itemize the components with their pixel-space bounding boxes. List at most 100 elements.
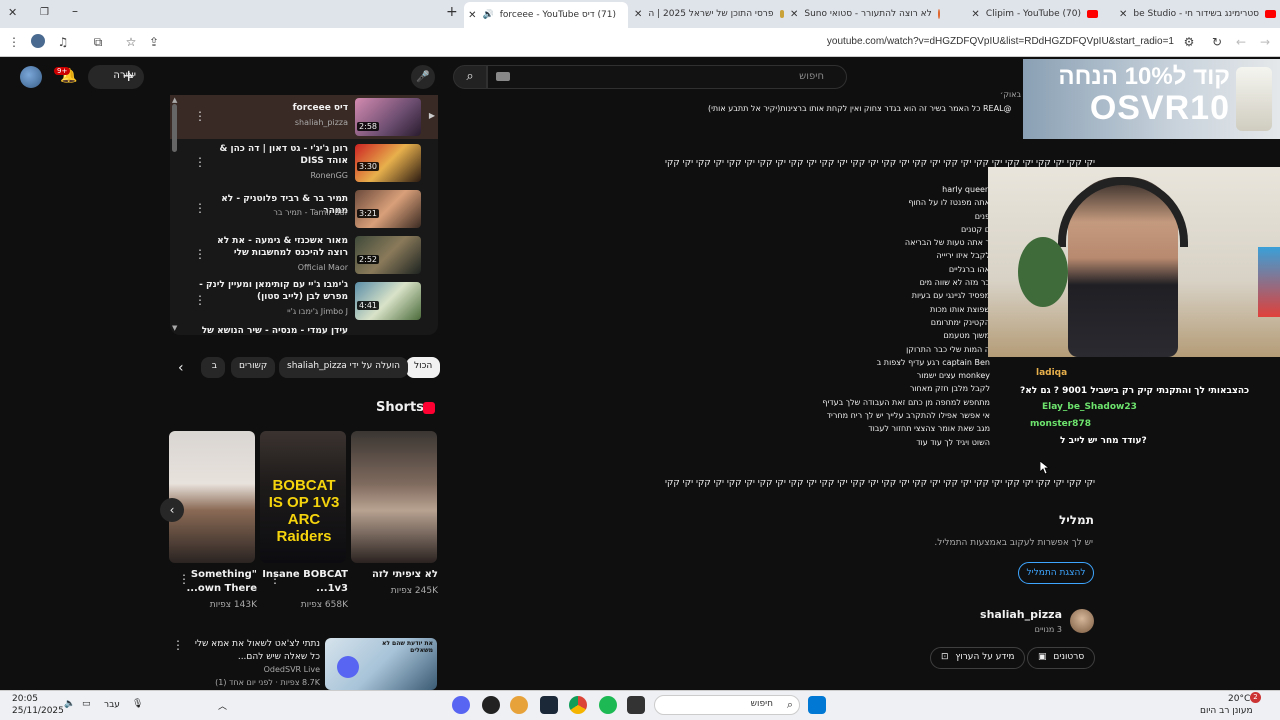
playlist-item[interactable]: 2:58 דיס forceee shaliah_pizza ⋮ ▶ xyxy=(170,95,438,139)
alert-user: Elay_be_Shadow23 xyxy=(1042,402,1137,412)
audio-icon[interactable]: 🔊 xyxy=(483,10,494,20)
scroll-down-icon[interactable]: ▼ xyxy=(172,324,177,332)
taskbar-time[interactable]: 20:05 xyxy=(12,694,38,704)
media-icon[interactable]: ♫ xyxy=(55,34,71,50)
search-input[interactable]: חיפוש xyxy=(487,65,847,89)
shorts-prev-button[interactable]: ‹ xyxy=(160,498,184,522)
short-thumbnail[interactable]: BOBCAT IS OP 1V3 ARC Raiders xyxy=(260,431,346,563)
more-options-icon[interactable]: ⋮ xyxy=(178,572,190,586)
microphone-icon[interactable]: 🎤 xyxy=(411,65,435,89)
tab-awards[interactable]: פרסי התוכן של ישראל 2025 | ה ✕ xyxy=(634,4,784,24)
close-tab-icon[interactable]: ✕ xyxy=(634,9,642,20)
mouse-cursor-icon xyxy=(1040,461,1050,475)
bottom-video-thumbnail[interactable]: את יודעת שהם לא משאלים xyxy=(325,638,437,690)
tab-studio[interactable]: סטרימינג בשידור חי - be Studio ✕ xyxy=(1106,4,1276,24)
tab-clipim[interactable]: (70) Clipim - YouTube ✕ xyxy=(948,4,1098,24)
playlist-item[interactable]: 2:52 מאור אשכנזי & גימעה - את לא רוצה לה… xyxy=(170,233,438,277)
duration-badge: 3:30 xyxy=(357,162,379,171)
bottom-video-title[interactable]: נתתי לצ'אט לשאול את אמא שלי כל שאלה שיש … xyxy=(190,638,320,664)
short-title[interactable]: לא ציפיתי לזה xyxy=(348,568,438,582)
chip-more[interactable]: ב xyxy=(201,357,225,378)
volume-icon[interactable]: 🔈 xyxy=(64,699,75,709)
more-options-icon[interactable]: ⋮ xyxy=(172,638,184,652)
search-button[interactable]: ⌕ xyxy=(453,65,487,89)
url-text[interactable]: youtube.com/watch?v=dHGZDFQVpIU&list=RDd… xyxy=(827,36,1174,47)
extensions-icon[interactable]: ⧉ xyxy=(90,34,106,50)
more-options-icon[interactable]: ⋮ xyxy=(194,155,206,169)
tray-overflow-icon[interactable]: ︿ xyxy=(218,699,227,712)
new-tab-button[interactable]: + xyxy=(446,4,458,20)
more-options-icon[interactable]: ⋮ xyxy=(194,247,206,261)
lyric-line: בר מזה לא שווה מים xyxy=(919,278,990,288)
playlist-item[interactable]: 3:30 רונן ג'יג'י - גט דאון | דה כהן & או… xyxy=(170,141,438,185)
more-options-icon[interactable]: ⋮ xyxy=(194,293,206,307)
bookmark-star-icon[interactable]: ☆ xyxy=(123,34,139,50)
reload-icon[interactable]: ↻ xyxy=(1209,34,1225,50)
short-thumbnail[interactable] xyxy=(169,431,255,563)
more-options-icon[interactable]: ⋮ xyxy=(269,572,281,586)
site-settings-icon[interactable]: ⚙ xyxy=(1181,34,1197,50)
taskbar-search[interactable]: חיפוש ⌕ xyxy=(654,695,800,715)
tab-title: סטרימינג בשידור חי - be Studio xyxy=(1133,9,1259,19)
playlist-item[interactable]: עידן עמדי - מנסיה - שיר הנושא של xyxy=(170,325,438,335)
notification-count[interactable]: 2 xyxy=(1250,692,1261,703)
video-title: ג'ימבו ג'יי עם קותימאן ומעיין לינק - מפר… xyxy=(199,280,348,302)
close-tab-icon[interactable]: ✕ xyxy=(468,10,476,21)
tab-current[interactable]: (71) דיס forceee - YouTube 🔊 ✕ xyxy=(464,2,628,28)
spotify-icon[interactable] xyxy=(599,696,617,714)
short-thumbnail[interactable] xyxy=(351,431,437,563)
back-icon[interactable]: ← xyxy=(1233,34,1249,50)
playlist-item[interactable]: 3:21 תמיר בר & רביד פלוטניק - לא ממהר Ta… xyxy=(170,187,438,231)
forward-icon[interactable]: → xyxy=(1257,34,1273,50)
chip-related[interactable]: קשורים xyxy=(231,357,276,378)
discord-icon[interactable] xyxy=(452,696,470,714)
more-options-icon[interactable]: ⋮ xyxy=(194,201,206,215)
avatar[interactable] xyxy=(20,66,42,88)
scroll-up-icon[interactable]: ▲ xyxy=(172,96,177,104)
webcam-overlay xyxy=(988,167,1280,357)
channel-videos-button[interactable]: סרטונים ▣ xyxy=(1027,647,1096,669)
chrome-icon[interactable] xyxy=(569,696,587,714)
obs-icon[interactable] xyxy=(482,696,500,714)
more-options-icon[interactable]: ⋮ xyxy=(194,109,206,123)
minimize-icon[interactable]: – xyxy=(72,4,78,18)
video-title: מאור אשכנזי & גימעה - את לא רוצה להיכנס … xyxy=(217,236,348,258)
network-icon[interactable]: ▭ xyxy=(82,699,91,709)
channel-about-button[interactable]: מידע על הערוץ ⊡ xyxy=(930,647,1026,669)
app-icon[interactable] xyxy=(510,696,528,714)
close-tab-icon[interactable]: ✕ xyxy=(1119,9,1127,20)
sponsor-headline: קוד ל10% הנחה xyxy=(1058,63,1230,90)
playlist-item[interactable]: 4:41 ג'ימבו ג'יי עם קותימאן ומעיין לינק … xyxy=(170,279,438,323)
channel-avatar[interactable] xyxy=(1070,609,1094,633)
mic-tray-icon[interactable]: 🎙 xyxy=(132,699,143,709)
taskbar-date[interactable]: 25/11/2025 xyxy=(12,706,64,716)
windows-start-icon[interactable] xyxy=(808,696,826,714)
tab-suno[interactable]: לא רוצה להתעורר - סטואי Suno ✕ xyxy=(790,4,940,24)
search-icon: ⌕ xyxy=(786,698,793,711)
tab-title: לא רוצה להתעורר - סטואי Suno xyxy=(804,9,932,19)
create-button[interactable]: יצירה + xyxy=(88,65,144,89)
page-scrollbar[interactable] xyxy=(1270,140,1276,680)
keyboard-icon[interactable] xyxy=(496,72,510,81)
chips-prev-icon[interactable]: ‹ xyxy=(178,360,184,376)
profile-icon[interactable] xyxy=(30,34,46,50)
show-transcript-button[interactable]: להצגת התמליל xyxy=(1018,562,1094,584)
file-explorer-icon[interactable] xyxy=(627,696,645,714)
close-window-icon[interactable]: ✕ xyxy=(8,6,17,19)
channel-name[interactable]: shaliah_pizza xyxy=(960,608,1062,621)
lyric-line: לקבל איזו יריייה xyxy=(936,251,990,261)
language-indicator[interactable]: עבר xyxy=(104,700,120,710)
chip-all[interactable]: הכול xyxy=(406,357,441,378)
restore-icon[interactable]: ❐ xyxy=(40,7,49,18)
share-icon[interactable]: ⇪ xyxy=(146,34,162,50)
close-tab-icon[interactable]: ✕ xyxy=(790,9,798,20)
playlist-scrollbar[interactable] xyxy=(172,104,177,152)
close-tab-icon[interactable]: ✕ xyxy=(971,9,979,20)
weather-temp[interactable]: 20°C xyxy=(1228,694,1250,704)
chip-uploaded-by[interactable]: הועלה על ידי shaliah_pizza xyxy=(279,357,409,378)
lyric-line: השוט ויגיד לך עוד עוד xyxy=(916,437,990,447)
steam-icon[interactable] xyxy=(540,696,558,714)
weather-desc[interactable]: מעונן רב היום xyxy=(1200,706,1253,716)
lyric-line: שפוצת אותו מכות xyxy=(930,304,990,314)
menu-dots-icon[interactable]: ⋮ xyxy=(6,34,22,50)
